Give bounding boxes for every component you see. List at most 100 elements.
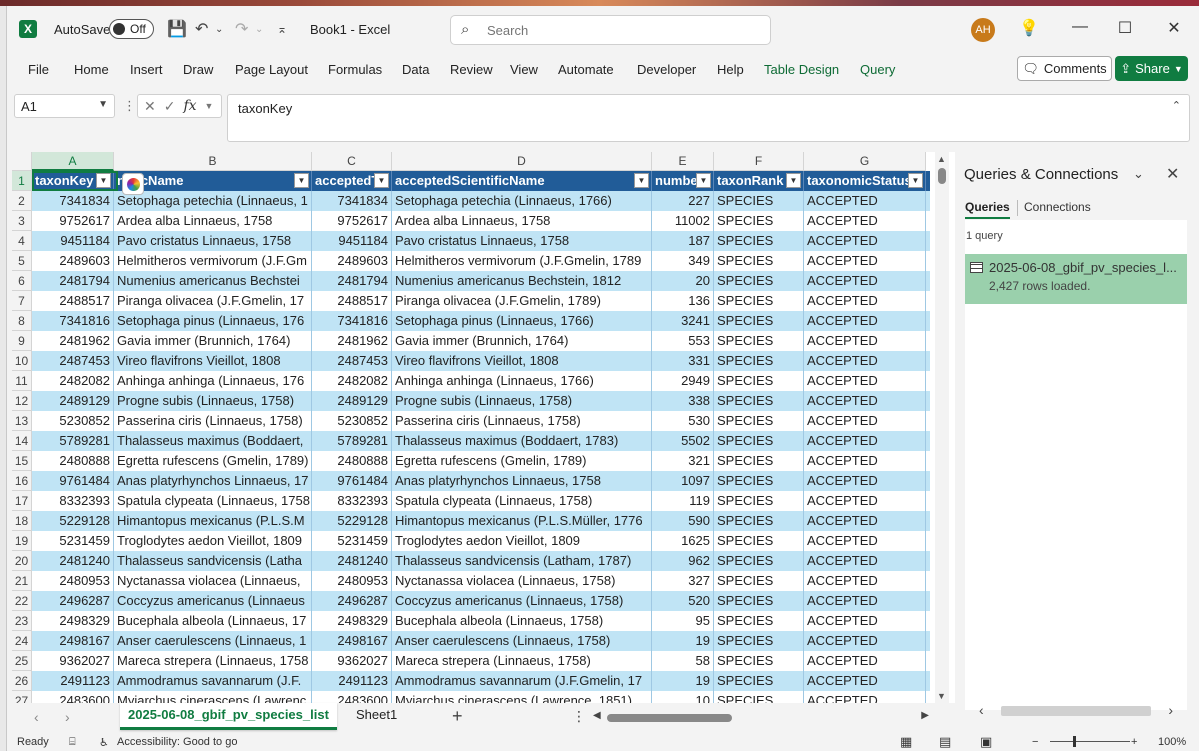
- table-cell[interactable]: 331: [652, 351, 714, 371]
- table-cell[interactable]: 227: [652, 191, 714, 211]
- column-header-b[interactable]: B: [114, 152, 312, 171]
- table-cell[interactable]: ACCEPTED: [804, 331, 926, 351]
- lightbulb-icon[interactable]: 💡: [1019, 18, 1039, 38]
- table-cell[interactable]: ACCEPTED: [804, 371, 926, 391]
- filter-dropdown-icon[interactable]: ▼: [786, 173, 801, 188]
- collapse-formula-bar-icon[interactable]: ⌃: [1172, 99, 1181, 112]
- table-cell[interactable]: 9752617: [32, 211, 114, 231]
- row-header[interactable]: 24: [12, 631, 32, 651]
- table-cell[interactable]: 2489603: [32, 251, 114, 271]
- row-header[interactable]: 25: [12, 651, 32, 671]
- pane-scroll-thumb[interactable]: [1001, 706, 1151, 716]
- table-cell[interactable]: Numenius americanus Bechstei: [114, 271, 312, 291]
- maximize-icon[interactable]: ☐: [1115, 18, 1135, 38]
- table-cell[interactable]: 95: [652, 611, 714, 631]
- table-cell[interactable]: 2488517: [32, 291, 114, 311]
- row-header[interactable]: 10: [12, 351, 32, 371]
- table-cell[interactable]: Anser caerulescens (Linnaeus, 1: [114, 631, 312, 651]
- table-cell[interactable]: SPECIES: [714, 551, 804, 571]
- search-input[interactable]: [487, 21, 757, 39]
- table-cell[interactable]: Anas platyrhynchos Linnaeus, 17: [114, 471, 312, 491]
- cancel-icon[interactable]: ✕: [144, 98, 156, 115]
- table-cell[interactable]: 9362027: [312, 651, 392, 671]
- table-cell[interactable]: SPECIES: [714, 251, 804, 271]
- sheet-options-icon[interactable]: ⋮: [572, 708, 586, 725]
- table-cell[interactable]: 520: [652, 591, 714, 611]
- autosave-toggle[interactable]: Off: [109, 19, 154, 39]
- table-cell[interactable]: ACCEPTED: [804, 531, 926, 551]
- table-cell[interactable]: Mareca strepera (Linnaeus, 1758): [392, 651, 652, 671]
- table-cell[interactable]: SPECIES: [714, 491, 804, 511]
- table-cell[interactable]: ACCEPTED: [804, 211, 926, 231]
- table-cell[interactable]: 2488517: [312, 291, 392, 311]
- table-cell[interactable]: Egretta rufescens (Gmelin, 1789): [392, 451, 652, 471]
- table-cell[interactable]: ACCEPTED: [804, 311, 926, 331]
- name-box[interactable]: A1 ▼: [14, 94, 115, 118]
- tab-insert[interactable]: Insert: [130, 62, 163, 77]
- table-cell[interactable]: 2498167: [32, 631, 114, 651]
- table-cell[interactable]: 9451184: [32, 231, 114, 251]
- table-cell[interactable]: 1097: [652, 471, 714, 491]
- table-cell[interactable]: ACCEPTED: [804, 431, 926, 451]
- table-cell[interactable]: Anhinga anhinga (Linnaeus, 176: [114, 371, 312, 391]
- table-cell[interactable]: 2482082: [32, 371, 114, 391]
- table-cell[interactable]: SPECIES: [714, 351, 804, 371]
- prev-sheet-icon[interactable]: ‹: [34, 709, 39, 725]
- row-header[interactable]: 9: [12, 331, 32, 351]
- table-cell[interactable]: 2489603: [312, 251, 392, 271]
- table-cell[interactable]: ACCEPTED: [804, 271, 926, 291]
- table-cell[interactable]: Spatula clypeata (Linnaeus, 1758: [114, 491, 312, 511]
- table-cell[interactable]: SPECIES: [714, 651, 804, 671]
- table-cell[interactable]: 2491123: [32, 671, 114, 691]
- table-cell[interactable]: 3241: [652, 311, 714, 331]
- zoom-level[interactable]: 100%: [1158, 736, 1186, 748]
- table-cell[interactable]: 590: [652, 511, 714, 531]
- scroll-down-icon[interactable]: ▼: [937, 691, 946, 701]
- table-cell[interactable]: Egretta rufescens (Gmelin, 1789): [114, 451, 312, 471]
- table-cell[interactable]: Himantopus mexicanus (P.L.S.M: [114, 511, 312, 531]
- table-cell[interactable]: SPECIES: [714, 431, 804, 451]
- row-header[interactable]: 15: [12, 451, 32, 471]
- table-cell[interactable]: Ammodramus savannarum (J.F.Gmelin, 17: [392, 671, 652, 691]
- table-cell[interactable]: Vireo flavifrons Vieillot, 1808: [392, 351, 652, 371]
- table-cell[interactable]: 119: [652, 491, 714, 511]
- column-header-e[interactable]: E: [652, 152, 714, 171]
- comments-button[interactable]: 🗨 Comments: [1017, 56, 1112, 81]
- table-cell[interactable]: ACCEPTED: [804, 591, 926, 611]
- table-cell[interactable]: ACCEPTED: [804, 351, 926, 371]
- table-cell[interactable]: 5229128: [312, 511, 392, 531]
- table-cell[interactable]: ACCEPTED: [804, 491, 926, 511]
- table-cell[interactable]: ACCEPTED: [804, 691, 926, 703]
- table-cell[interactable]: ACCEPTED: [804, 251, 926, 271]
- tab-automate[interactable]: Automate: [558, 62, 614, 77]
- table-cell[interactable]: Setophaga pinus (Linnaeus, 176: [114, 311, 312, 331]
- row-header[interactable]: 3: [12, 211, 32, 231]
- table-cell[interactable]: 19: [652, 631, 714, 651]
- table-cell[interactable]: Progne subis (Linnaeus, 1758): [114, 391, 312, 411]
- tab-connections[interactable]: Connections: [1024, 200, 1091, 214]
- table-cell[interactable]: Pavo cristatus Linnaeus, 1758: [114, 231, 312, 251]
- table-cell[interactable]: 2498329: [32, 611, 114, 631]
- row-header[interactable]: 17: [12, 491, 32, 511]
- table-cell[interactable]: Piranga olivacea (J.F.Gmelin, 1789): [392, 291, 652, 311]
- filter-dropdown-icon[interactable]: ▼: [696, 173, 711, 188]
- table-cell[interactable]: Setophaga pinus (Linnaeus, 1766): [392, 311, 652, 331]
- scroll-right-icon[interactable]: ▶: [921, 710, 929, 721]
- more-options-icon[interactable]: ⋮: [123, 98, 136, 114]
- row-header[interactable]: 7: [12, 291, 32, 311]
- table-cell[interactable]: 10: [652, 691, 714, 703]
- table-cell[interactable]: 5231459: [32, 531, 114, 551]
- table-cell[interactable]: Setophaga petechia (Linnaeus, 1766): [392, 191, 652, 211]
- table-cell[interactable]: SPECIES: [714, 611, 804, 631]
- row-header[interactable]: 14: [12, 431, 32, 451]
- table-cell[interactable]: Ardea alba Linnaeus, 1758: [392, 211, 652, 231]
- table-cell[interactable]: 9362027: [32, 651, 114, 671]
- column-header-c[interactable]: C: [312, 152, 392, 171]
- row-header[interactable]: 21: [12, 571, 32, 591]
- table-cell[interactable]: Troglodytes aedon Vieillot, 1809: [114, 531, 312, 551]
- table-cell[interactable]: SPECIES: [714, 531, 804, 551]
- table-cell[interactable]: 2496287: [312, 591, 392, 611]
- add-sheet-icon[interactable]: +: [452, 706, 463, 727]
- table-cell[interactable]: Setophaga petechia (Linnaeus, 1: [114, 191, 312, 211]
- query-item[interactable]: 2025-06-08_gbif_pv_species_l... 2,427 ro…: [965, 254, 1187, 304]
